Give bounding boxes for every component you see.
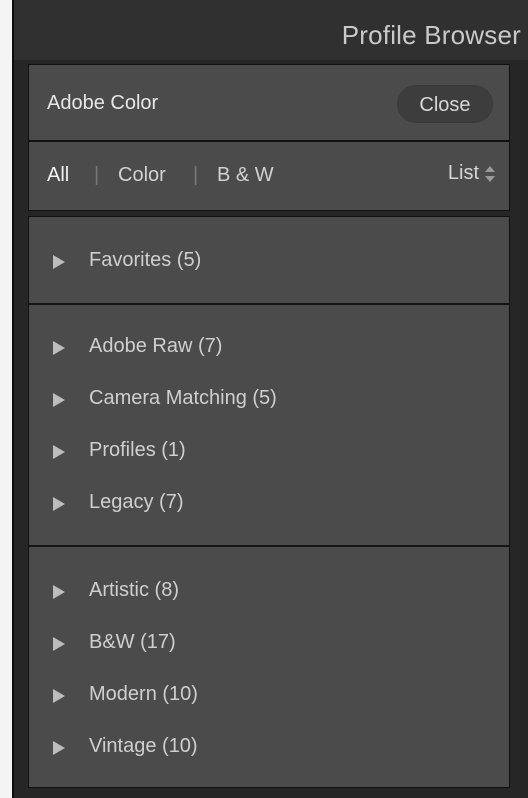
- filter-color[interactable]: Color: [118, 164, 166, 187]
- group-profiles[interactable]: Profiles (1): [29, 437, 509, 467]
- group-label: Profiles (1): [89, 439, 186, 461]
- group-label: Favorites (5): [89, 249, 202, 271]
- triangle-right-icon: [53, 689, 65, 703]
- view-mode-select[interactable]: List: [448, 162, 495, 188]
- profile-browser-window: Profile Browser Adobe Color Close All | …: [12, 0, 528, 798]
- filter-bar: All | Color | B & W List: [28, 141, 510, 211]
- current-profile-name: Adobe Color: [47, 92, 159, 114]
- triangle-right-icon: [53, 741, 65, 755]
- group-section-creative: Artistic (8) B&W (17) Modern (10) Vintag…: [29, 545, 509, 787]
- header-bar: Profile Browser: [14, 0, 528, 60]
- close-button[interactable]: Close: [397, 85, 493, 123]
- up-down-arrows-icon: [485, 165, 495, 182]
- group-label: Modern (10): [89, 683, 198, 705]
- group-label: Camera Matching (5): [89, 387, 277, 409]
- triangle-right-icon: [53, 497, 65, 511]
- triangle-right-icon: [53, 393, 65, 407]
- filter-separator: |: [193, 164, 199, 186]
- group-label: Artistic (8): [89, 579, 179, 601]
- group-legacy[interactable]: Legacy (7): [29, 489, 509, 519]
- filter-separator: |: [94, 164, 100, 186]
- filter-all[interactable]: All: [47, 164, 69, 187]
- group-section-adobe: Adobe Raw (7) Camera Matching (5) Profil…: [29, 303, 509, 547]
- group-label: Vintage (10): [89, 735, 198, 757]
- profile-groups-list: Favorites (5) Adobe Raw (7) Camera Match…: [28, 216, 510, 788]
- group-label: B&W (17): [89, 631, 176, 653]
- group-favorites[interactable]: Favorites (5): [29, 247, 509, 277]
- group-modern[interactable]: Modern (10): [29, 681, 509, 711]
- triangle-right-icon: [53, 255, 65, 269]
- triangle-right-icon: [53, 341, 65, 355]
- filter-bw[interactable]: B & W: [217, 164, 274, 187]
- triangle-right-icon: [53, 445, 65, 459]
- triangle-right-icon: [53, 637, 65, 651]
- group-artistic[interactable]: Artistic (8): [29, 577, 509, 607]
- current-profile-row: Adobe Color Close: [28, 64, 510, 141]
- view-mode-label: List: [447, 162, 479, 184]
- group-section-favorites: Favorites (5): [29, 217, 509, 303]
- group-bw[interactable]: B&W (17): [29, 629, 509, 659]
- group-camera-matching[interactable]: Camera Matching (5): [29, 385, 509, 415]
- group-adobe-raw[interactable]: Adobe Raw (7): [29, 333, 509, 363]
- group-label: Adobe Raw (7): [89, 335, 223, 357]
- group-vintage[interactable]: Vintage (10): [29, 733, 509, 763]
- page-title: Profile Browser: [341, 20, 521, 50]
- group-label: Legacy (7): [89, 491, 184, 513]
- triangle-right-icon: [53, 585, 65, 599]
